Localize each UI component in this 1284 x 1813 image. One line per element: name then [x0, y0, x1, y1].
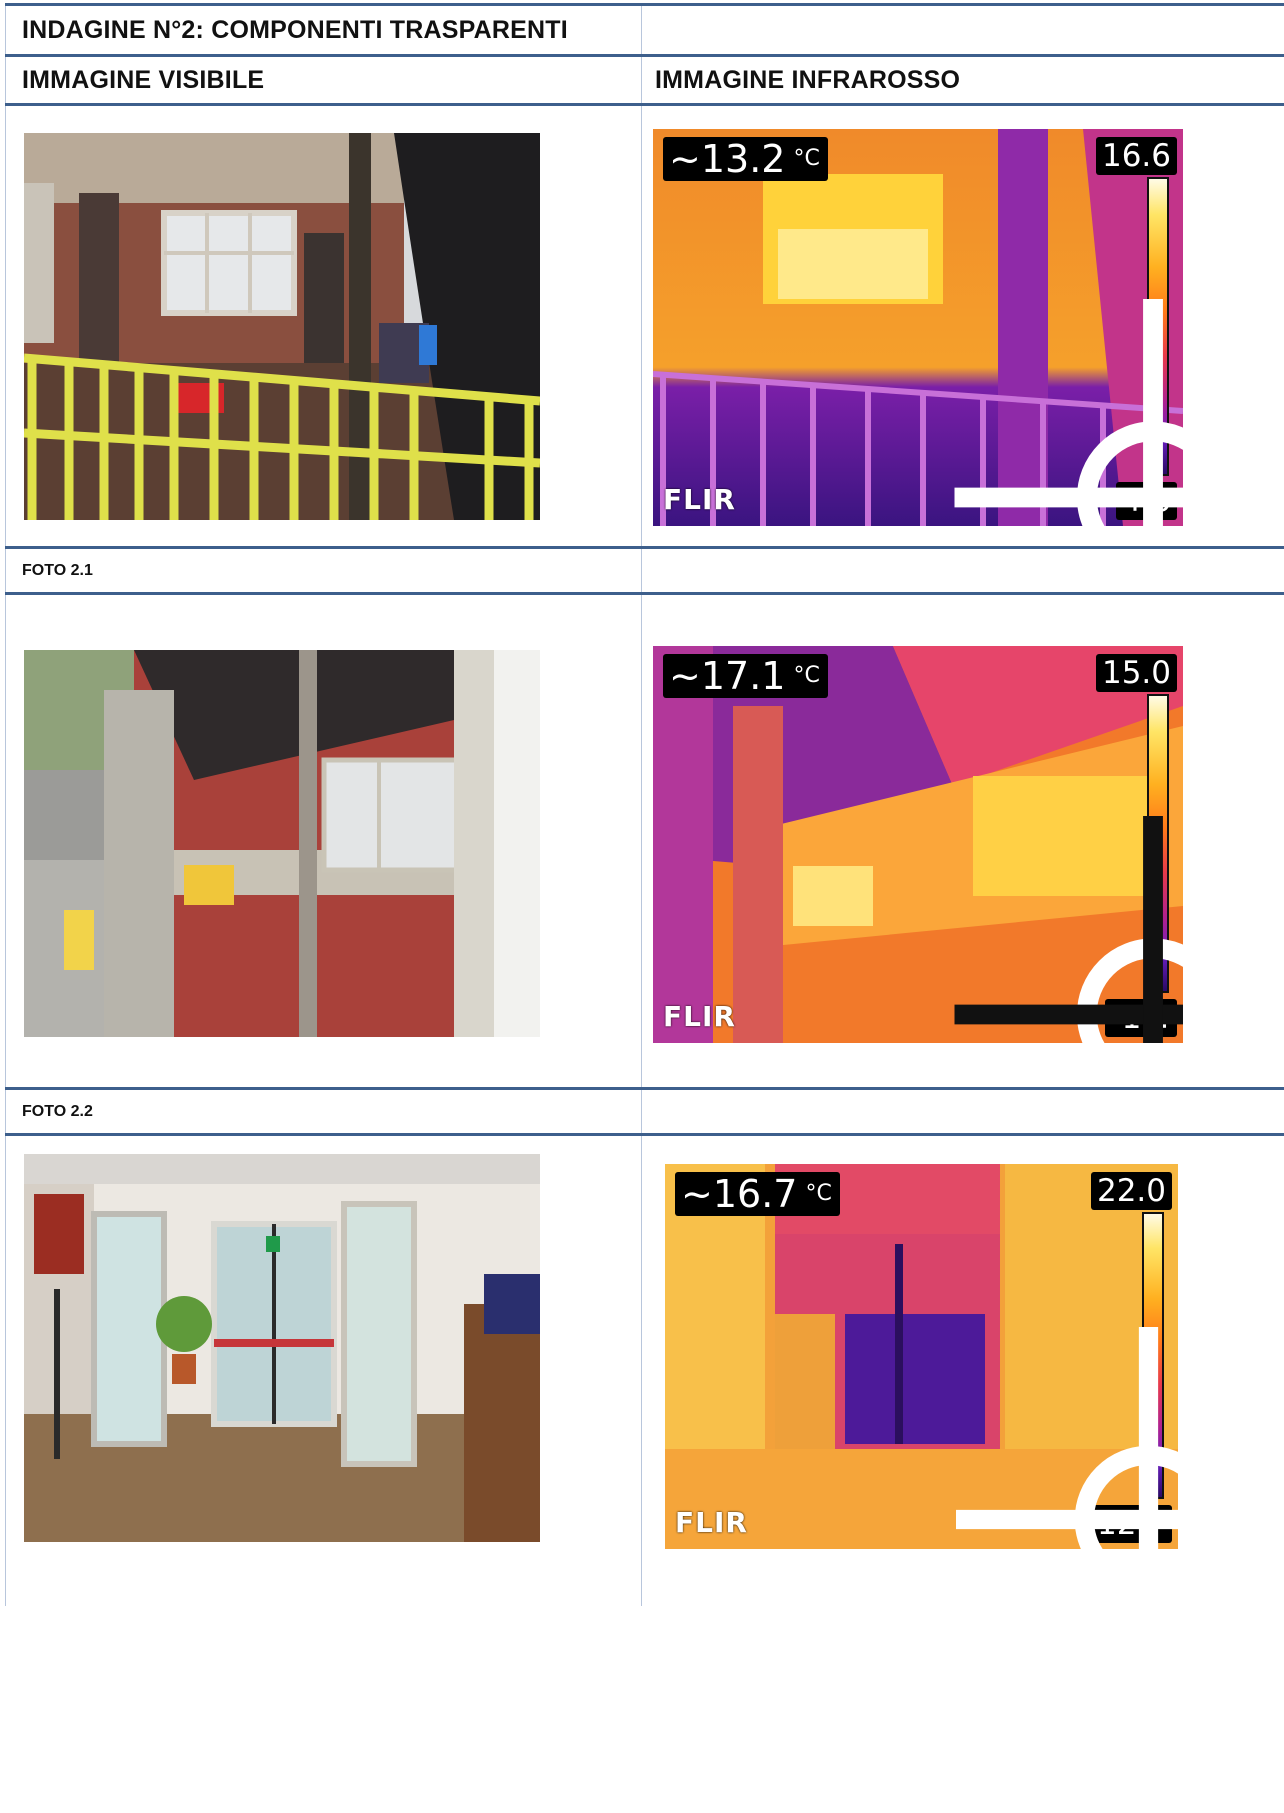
- visible-cell-1: [5, 106, 642, 546]
- infrared-photo-1: ~13.2°C 16.6 4.6 FLIR: [653, 129, 1183, 526]
- label-empty-cell-2: [642, 1090, 1284, 1133]
- photo-row-2: ~17.1°C 15.0 -1.4 FLIR: [5, 592, 1284, 1087]
- infrared-cell-2: ~17.1°C 15.0 -1.4 FLIR: [642, 595, 1284, 1087]
- visible-photo-3: [24, 1154, 540, 1542]
- infrared-cell-3: ~16.7°C 22.0 12.7 FLIR: [642, 1136, 1284, 1606]
- label-row-1: FOTO 2.1: [5, 546, 1284, 592]
- label-empty-cell-1: [642, 549, 1284, 592]
- survey-table: INDAGINE N°2: COMPONENTI TRASPARENTI IMM…: [5, 3, 1284, 1606]
- photo-row-3: ~16.7°C 22.0 12.7 FLIR: [5, 1133, 1284, 1606]
- crosshair-icon: [956, 1327, 1178, 1549]
- spot-temperature-2: ~17.1 °C: [663, 654, 828, 698]
- infrared-cell-1: ~13.2°C 16.6 4.6 FLIR: [642, 106, 1284, 546]
- photo-label-2: FOTO 2.2: [5, 1090, 642, 1133]
- visible-photo-1: [24, 133, 540, 520]
- visible-cell-3: [5, 1136, 642, 1606]
- scale-max-1: 16.6: [1095, 137, 1177, 175]
- photo-label-1: FOTO 2.1: [5, 549, 642, 592]
- infrared-photo-2: ~17.1°C 15.0 -1.4 FLIR: [653, 646, 1183, 1043]
- scale-max-3: 22.0: [1090, 1172, 1172, 1210]
- label-row-2: FOTO 2.2: [5, 1087, 1284, 1133]
- spot-temperature-1: ~13.2 °C: [663, 137, 828, 181]
- column-header-row: IMMAGINE VISIBILE IMMAGINE INFRAROSSO: [5, 54, 1284, 103]
- infrared-photo-3: ~16.7°C 22.0 12.7 FLIR: [665, 1164, 1178, 1549]
- visible-cell-2: [5, 595, 642, 1087]
- scale-max-2: 15.0: [1095, 654, 1177, 692]
- flir-logo-3: FLIR: [675, 1506, 748, 1539]
- spot-temperature-3: ~16.7 °C: [675, 1172, 840, 1216]
- table-title: INDAGINE N°2: COMPONENTI TRASPARENTI: [5, 6, 642, 54]
- column-header-visible: IMMAGINE VISIBILE: [5, 57, 642, 103]
- crosshair-icon: [954, 299, 1183, 526]
- title-row: INDAGINE N°2: COMPONENTI TRASPARENTI: [5, 3, 1284, 54]
- flir-logo-2: FLIR: [663, 1000, 736, 1033]
- title-empty-cell: [642, 6, 1284, 54]
- column-header-infrared: IMMAGINE INFRAROSSO: [655, 65, 961, 94]
- photo-row-1: ~13.2°C 16.6 4.6 FLIR: [5, 103, 1284, 546]
- visible-photo-2: [24, 650, 540, 1037]
- crosshair-icon: [954, 816, 1183, 1043]
- flir-logo-1: FLIR: [663, 483, 736, 516]
